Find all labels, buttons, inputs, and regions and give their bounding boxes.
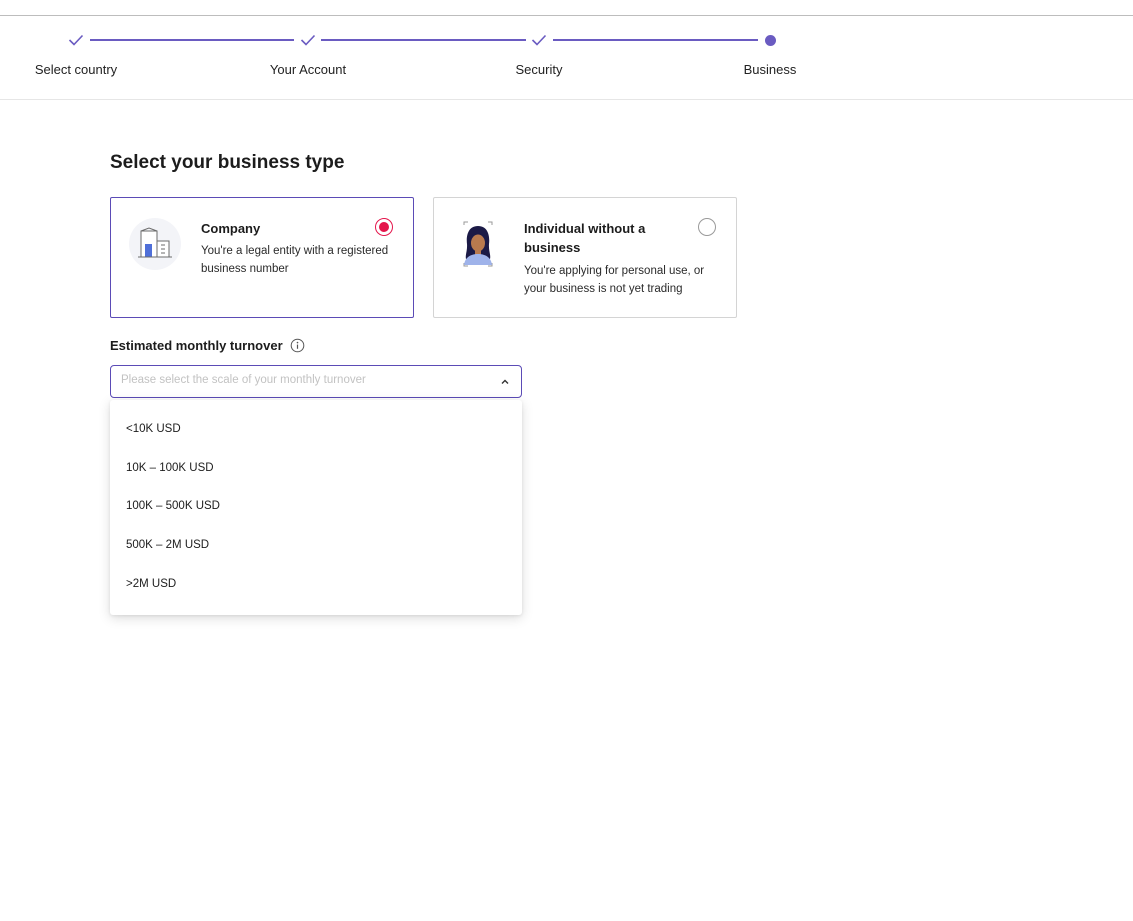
individual-title: Individual without a business <box>524 221 646 255</box>
business-type-card-company[interactable]: Company You're a legal entity with a reg… <box>110 197 414 318</box>
step-connector-2 <box>321 39 526 41</box>
turnover-option[interactable]: 500K – 2M USD <box>126 535 506 555</box>
building-icon <box>129 218 181 270</box>
step-connector-3 <box>553 39 758 41</box>
company-description: You're a legal entity with a registered … <box>201 245 389 275</box>
turnover-select-placeholder: Please select the scale of your monthly … <box>121 374 366 386</box>
turnover-dropdown-menu: <10K USD 10K – 100K USD 100K – 500K USD … <box>110 400 522 615</box>
company-title: Company <box>201 221 261 236</box>
page-title: Select your business type <box>110 152 345 173</box>
step-connector-1 <box>90 39 294 41</box>
info-icon[interactable] <box>290 338 305 353</box>
business-type-card-individual[interactable]: Individual without a business You're app… <box>433 197 737 318</box>
step-label-security[interactable]: Security <box>516 62 563 77</box>
turnover-select[interactable]: Please select the scale of your monthly … <box>110 365 522 398</box>
turnover-label-text: Estimated monthly turnover <box>110 338 283 353</box>
step-label-business: Business <box>743 62 797 77</box>
person-avatar-icon <box>452 218 504 270</box>
individual-description: You're applying for personal use, or you… <box>524 265 705 295</box>
step-label-your-account[interactable]: Your Account <box>270 62 346 77</box>
progress-stepper: Select country Your Account Security Bus… <box>0 16 1133 100</box>
individual-radio[interactable] <box>698 218 716 236</box>
step-3-check-icon <box>529 30 549 50</box>
step-1-check-icon <box>66 30 86 50</box>
step-label-select-country[interactable]: Select country <box>35 62 117 77</box>
turnover-field-label: Estimated monthly turnover <box>110 338 305 353</box>
turnover-option[interactable]: >2M USD <box>126 574 506 594</box>
turnover-option[interactable]: 100K – 500K USD <box>126 496 506 516</box>
step-2-check-icon <box>298 30 318 50</box>
turnover-option[interactable]: 10K – 100K USD <box>126 458 506 478</box>
chevron-up-icon[interactable] <box>499 375 511 387</box>
step-4-current-dot-icon <box>760 30 780 50</box>
turnover-option[interactable]: <10K USD <box>126 419 506 439</box>
company-radio[interactable] <box>375 218 393 236</box>
